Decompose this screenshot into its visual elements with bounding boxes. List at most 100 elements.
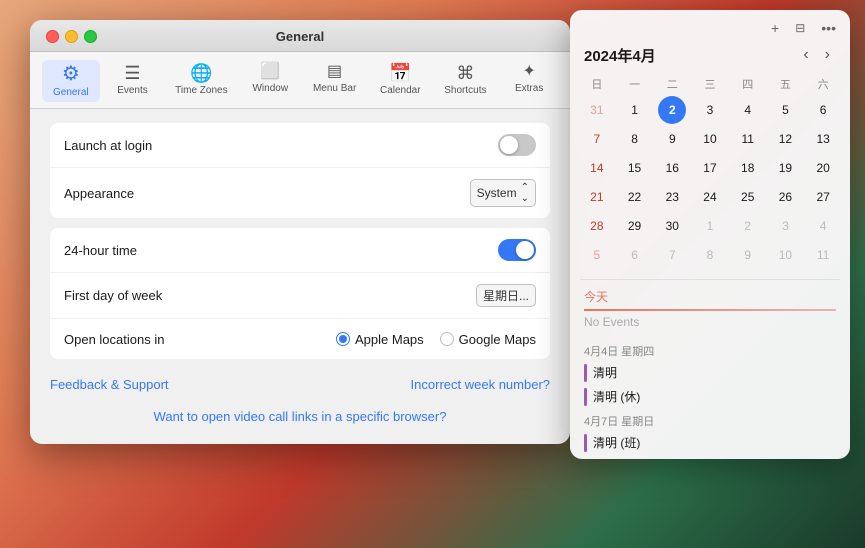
calendar-day[interactable]: 4	[809, 212, 837, 240]
first-day-select[interactable]: 星期日...	[476, 284, 536, 307]
close-button[interactable]	[46, 30, 59, 43]
calendar-day[interactable]: 2	[734, 212, 762, 240]
calendar-day[interactable]: 13	[809, 125, 837, 153]
calendar-day[interactable]: 6	[809, 96, 837, 124]
calendar-day[interactable]: 4	[734, 96, 762, 124]
settings-group-1: Launch at login Appearance System ⌃⌄	[50, 123, 550, 218]
open-locations-row: Open locations in Apple Maps Google Maps	[50, 319, 550, 359]
today-label: 今天	[570, 284, 850, 307]
calendar-day[interactable]: 15	[621, 154, 649, 182]
calendar-day[interactable]: 25	[734, 183, 762, 211]
launch-at-login-toggle[interactable]	[498, 134, 536, 156]
calendar-day[interactable]: 8	[621, 125, 649, 153]
calendar-divider	[580, 279, 840, 280]
calendar-view-icon[interactable]: ⊟	[791, 19, 809, 37]
calendar-day[interactable]: 21	[583, 183, 611, 211]
calendar-day[interactable]: 30	[658, 212, 686, 240]
google-maps-option[interactable]: Google Maps	[440, 332, 536, 347]
feedback-link[interactable]: Feedback & Support	[50, 377, 169, 392]
first-day-label: First day of week	[64, 288, 162, 303]
calendar-icon: 📅	[389, 64, 411, 82]
tab-extras-label: Extras	[515, 83, 543, 94]
calendar-day[interactable]: 19	[771, 154, 799, 182]
calendar-day[interactable]: 1	[621, 96, 649, 124]
appearance-value: System	[477, 186, 517, 200]
apple-maps-option[interactable]: Apple Maps	[336, 332, 424, 347]
calendar-day[interactable]: 28	[583, 212, 611, 240]
tab-general[interactable]: ⚙ General	[42, 60, 100, 102]
launch-at-login-row: Launch at login	[50, 123, 550, 168]
prev-month-button[interactable]: ‹	[797, 44, 814, 66]
event-item[interactable]: 清明	[570, 361, 850, 385]
calendar-day[interactable]: 12	[771, 125, 799, 153]
add-event-icon[interactable]: +	[767, 18, 783, 38]
menubar-icon: ▤	[327, 64, 342, 80]
incorrect-week-link[interactable]: Incorrect week number?	[411, 377, 550, 392]
calendar-day[interactable]: 3	[696, 96, 724, 124]
extras-icon: ✦	[522, 64, 535, 80]
event-label: 清明 (休)	[593, 388, 640, 405]
calendar-day[interactable]: 6	[621, 241, 649, 269]
calendar-day[interactable]: 17	[696, 154, 724, 182]
calendar-day[interactable]: 18	[734, 154, 762, 182]
apple-maps-radio[interactable]	[336, 332, 350, 346]
calendar-day[interactable]: 16	[658, 154, 686, 182]
calendar-day[interactable]: 11	[809, 241, 837, 269]
appearance-label: Appearance	[64, 186, 134, 201]
calendar-day[interactable]: 29	[621, 212, 649, 240]
calendar-day-today[interactable]: 2	[658, 96, 686, 124]
calendar-day[interactable]: 14	[583, 154, 611, 182]
links-row: Feedback & Support Incorrect week number…	[50, 369, 550, 400]
calendar-days: 31 1 2 3 4 5 6 7 8 9 10 11 12 13 14 15 1…	[578, 96, 842, 269]
shortcuts-icon: ⌘	[456, 64, 474, 82]
gear-icon: ⚙	[62, 64, 80, 84]
first-day-row: First day of week 星期日...	[50, 273, 550, 319]
calendar-header: 2024年4月 ‹ ›	[570, 42, 850, 74]
calendar-day[interactable]: 3	[771, 212, 799, 240]
calendar-day[interactable]: 8	[696, 241, 724, 269]
calendar-day[interactable]: 23	[658, 183, 686, 211]
calendar-day[interactable]: 9	[734, 241, 762, 269]
calendar-day[interactable]: 5	[583, 241, 611, 269]
appearance-select[interactable]: System ⌃⌄	[470, 179, 536, 207]
tab-menubar[interactable]: ▤ Menu Bar	[303, 60, 366, 102]
calendar-day[interactable]: 9	[658, 125, 686, 153]
tab-window[interactable]: ⬜ Window	[241, 60, 299, 102]
list-icon: ☰	[124, 64, 140, 82]
next-month-button[interactable]: ›	[819, 44, 836, 66]
calendar-day[interactable]: 26	[771, 183, 799, 211]
calendar-day[interactable]: 31	[583, 96, 611, 124]
settings-group-2: 24-hour time First day of week 星期日... Op…	[50, 228, 550, 359]
apple-maps-label: Apple Maps	[355, 332, 424, 347]
event-item[interactable]: 清明 (休)	[570, 385, 850, 409]
calendar-day[interactable]: 27	[809, 183, 837, 211]
24hour-time-toggle[interactable]	[498, 239, 536, 261]
calendar-day[interactable]: 1	[696, 212, 724, 240]
maximize-button[interactable]	[84, 30, 97, 43]
appearance-chevron-icon: ⌃⌄	[521, 182, 529, 204]
calendar-day[interactable]: 7	[583, 125, 611, 153]
calendar-day[interactable]: 10	[771, 241, 799, 269]
events-section: 4月4日 星期四 清明 清明 (休) 4月7日 星期日 清明 (班)	[570, 335, 850, 459]
calendar-day[interactable]: 5	[771, 96, 799, 124]
event-item[interactable]: 清明 (班)	[570, 431, 850, 455]
day-header-thu: 四	[729, 74, 767, 94]
tab-timezones-label: Time Zones	[175, 85, 227, 96]
google-maps-radio[interactable]	[440, 332, 454, 346]
video-call-link[interactable]: Want to open video call links in a speci…	[154, 409, 447, 424]
tab-calendar[interactable]: 📅 Calendar	[370, 60, 431, 102]
minimize-button[interactable]	[65, 30, 78, 43]
title-bar: General	[30, 20, 570, 52]
day-header-sat: 六	[804, 74, 842, 94]
tab-extras[interactable]: ✦ Extras	[500, 60, 558, 102]
more-options-icon[interactable]: •••	[817, 18, 840, 38]
calendar-day[interactable]: 11	[734, 125, 762, 153]
tab-events[interactable]: ☰ Events	[104, 60, 162, 102]
calendar-day[interactable]: 10	[696, 125, 724, 153]
tab-timezones[interactable]: 🌐 Time Zones	[165, 60, 237, 102]
calendar-day[interactable]: 24	[696, 183, 724, 211]
calendar-day[interactable]: 20	[809, 154, 837, 182]
calendar-day[interactable]: 22	[621, 183, 649, 211]
tab-shortcuts[interactable]: ⌘ Shortcuts	[434, 60, 496, 102]
calendar-day[interactable]: 7	[658, 241, 686, 269]
